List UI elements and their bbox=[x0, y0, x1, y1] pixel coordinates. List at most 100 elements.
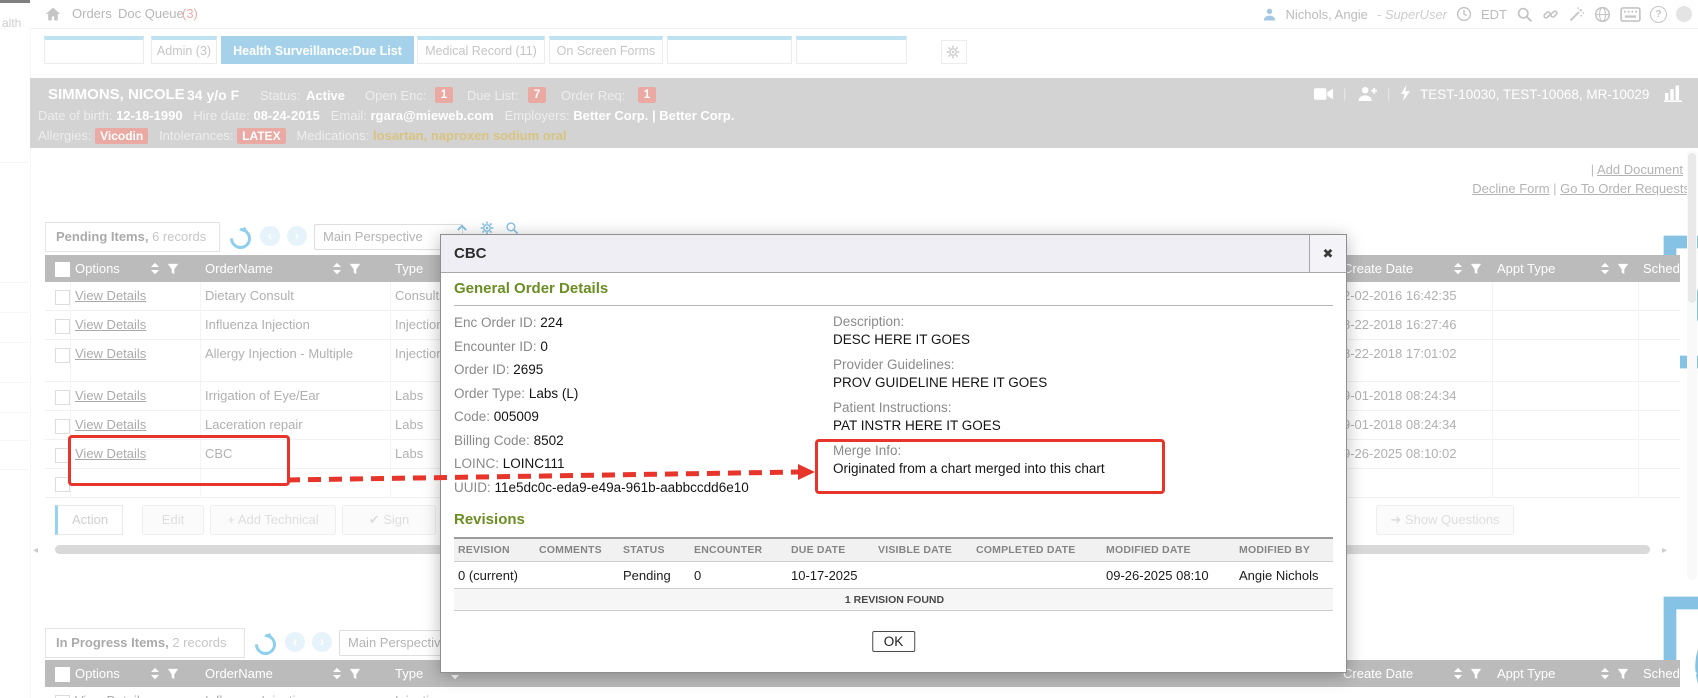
tab-documents[interactable]: Documents (6) bbox=[667, 36, 792, 64]
refresh-icon[interactable] bbox=[1600, 227, 1618, 245]
view-details-link[interactable]: View Details bbox=[75, 388, 146, 403]
nav-back-icon[interactable]: ‹ bbox=[285, 632, 305, 652]
column-type[interactable]: Type bbox=[395, 660, 423, 687]
view-details-link[interactable]: View Details bbox=[75, 317, 146, 332]
new-document-icon[interactable] bbox=[1565, 227, 1583, 245]
row-checkbox[interactable] bbox=[55, 348, 70, 363]
globe-icon[interactable] bbox=[1594, 6, 1611, 23]
wand-icon[interactable] bbox=[1568, 6, 1585, 23]
column-ordername[interactable]: OrderName bbox=[205, 255, 273, 282]
popout-icon[interactable] bbox=[116, 40, 129, 53]
medications-value[interactable]: losartan, naproxen sodium oral bbox=[373, 128, 567, 143]
due-list-badge[interactable]: 7 bbox=[528, 87, 546, 103]
sort-icon[interactable] bbox=[1600, 262, 1610, 275]
new-document-icon[interactable] bbox=[1565, 588, 1583, 606]
chevron-up-icon[interactable] bbox=[455, 221, 469, 235]
clock-icon[interactable] bbox=[1456, 6, 1472, 22]
intolerance-badge[interactable]: LATEX bbox=[237, 128, 285, 144]
search-icon[interactable] bbox=[505, 221, 519, 235]
column-schedule[interactable]: Schedule bbox=[1643, 660, 1697, 687]
filter-icon[interactable] bbox=[349, 668, 361, 680]
link-icon[interactable] bbox=[1542, 6, 1559, 23]
video-camera-icon[interactable] bbox=[1313, 87, 1334, 101]
view-details-link[interactable]: View Details bbox=[75, 417, 146, 432]
column-type[interactable]: Type bbox=[395, 255, 423, 282]
nav-back-icon[interactable]: ‹ bbox=[260, 226, 280, 246]
nav-doc-queue[interactable]: Doc Queue bbox=[118, 0, 184, 28]
view-details-link[interactable]: View Details bbox=[75, 693, 146, 698]
keyboard-icon[interactable] bbox=[1620, 7, 1641, 22]
scroll-left-icon[interactable]: ◂ bbox=[33, 545, 38, 556]
search-icon[interactable] bbox=[1516, 6, 1533, 23]
sign-button[interactable]: ✔ Sign bbox=[342, 505, 436, 535]
filter-icon[interactable] bbox=[1470, 263, 1482, 275]
sort-icon[interactable] bbox=[1453, 262, 1463, 275]
add-document-link[interactable]: Add Document bbox=[1597, 162, 1683, 177]
gear-icon[interactable] bbox=[1633, 227, 1651, 245]
nav-orders[interactable]: Orders bbox=[72, 0, 112, 28]
row-checkbox[interactable] bbox=[55, 290, 70, 305]
scroll-right-icon[interactable]: ▸ bbox=[1662, 545, 1667, 556]
sort-icon[interactable] bbox=[332, 667, 342, 680]
sort-icon[interactable] bbox=[332, 262, 342, 275]
user-name[interactable]: Nichols, Angie bbox=[1286, 7, 1368, 22]
tab-summary[interactable]: Summary bbox=[44, 36, 144, 64]
vertical-scrollbar-thumb[interactable] bbox=[1688, 153, 1696, 303]
allergy-badge[interactable]: Vicodin bbox=[95, 128, 148, 144]
view-details-link[interactable]: View Details bbox=[75, 288, 146, 303]
column-create-date[interactable]: Create Date bbox=[1343, 255, 1413, 282]
chevron-down-icon[interactable] bbox=[1664, 590, 1682, 608]
person-add-icon[interactable] bbox=[1357, 85, 1378, 102]
nav-forward-icon[interactable]: › bbox=[312, 632, 332, 652]
go-to-order-requests-link[interactable]: Go To Order Requests bbox=[1560, 181, 1690, 196]
row-checkbox[interactable] bbox=[55, 419, 70, 434]
refresh-icon[interactable] bbox=[1600, 588, 1618, 606]
popout-icon[interactable] bbox=[889, 40, 902, 53]
filter-icon[interactable] bbox=[1617, 668, 1629, 680]
row-checkbox[interactable] bbox=[55, 390, 70, 405]
help-icon[interactable]: ? bbox=[1650, 6, 1667, 23]
filter-icon[interactable] bbox=[167, 263, 179, 275]
decline-form-link[interactable]: Decline Form bbox=[1472, 181, 1549, 196]
tab-documents-dv[interactable]: Documents-DV bbox=[796, 36, 907, 64]
gear-icon[interactable] bbox=[480, 221, 494, 235]
chevron-down-icon[interactable] bbox=[1664, 229, 1682, 247]
tab-admin[interactable]: Admin (3) bbox=[151, 36, 217, 64]
tab-settings-button[interactable] bbox=[941, 40, 967, 64]
view-details-link[interactable]: View Details bbox=[75, 346, 146, 361]
row-checkbox[interactable] bbox=[55, 319, 70, 334]
filter-icon[interactable] bbox=[1470, 668, 1482, 680]
select-all-checkbox[interactable] bbox=[55, 667, 70, 682]
column-appt-type[interactable]: Appt Type bbox=[1497, 255, 1555, 282]
ok-button[interactable]: OK bbox=[872, 631, 916, 652]
filter-icon[interactable] bbox=[167, 668, 179, 680]
home-icon[interactable] bbox=[45, 6, 61, 22]
column-options[interactable]: Options bbox=[75, 660, 120, 687]
filter-icon[interactable] bbox=[1617, 263, 1629, 275]
tab-medical-record[interactable]: Medical Record (11) bbox=[417, 36, 545, 64]
show-questions-button[interactable]: ➜ Show Questions bbox=[1376, 505, 1514, 535]
filter-icon[interactable] bbox=[349, 263, 361, 275]
sort-icon[interactable] bbox=[150, 262, 160, 275]
chart-icon[interactable] bbox=[1663, 84, 1683, 102]
sort-icon[interactable] bbox=[1453, 667, 1463, 680]
select-all-checkbox[interactable] bbox=[55, 262, 70, 277]
sort-icon[interactable] bbox=[1600, 667, 1610, 680]
sort-icon[interactable] bbox=[150, 667, 160, 680]
column-appt-type[interactable]: Appt Type bbox=[1497, 660, 1555, 687]
open-enc-badge[interactable]: 1 bbox=[435, 87, 453, 103]
bolt-icon[interactable] bbox=[1400, 84, 1411, 102]
vertical-scrollbar-track[interactable] bbox=[1687, 150, 1697, 580]
popout-icon[interactable] bbox=[766, 40, 779, 53]
gear-icon[interactable] bbox=[1633, 588, 1651, 606]
order-req-badge[interactable]: 1 bbox=[638, 87, 656, 103]
avatar[interactable] bbox=[1676, 6, 1692, 22]
column-options[interactable]: Options bbox=[75, 255, 120, 282]
edit-button[interactable]: Edit bbox=[142, 505, 204, 535]
column-ordername[interactable]: OrderName bbox=[205, 660, 273, 687]
add-technical-button[interactable]: + Add Technical bbox=[210, 505, 336, 535]
nav-forward-icon[interactable]: › bbox=[287, 226, 307, 246]
column-create-date[interactable]: Create Date bbox=[1343, 660, 1413, 687]
tab-on-screen-forms[interactable]: On Screen Forms bbox=[549, 36, 663, 64]
tab-health-surveillance-due-list[interactable]: Health Surveillance:Due List bbox=[221, 36, 414, 64]
